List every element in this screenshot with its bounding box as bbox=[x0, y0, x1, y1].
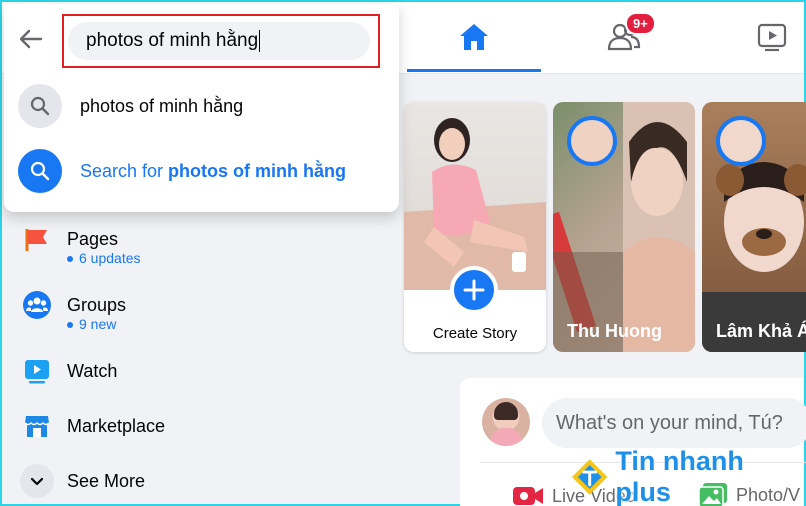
tab-friends[interactable]: 9+ bbox=[557, 2, 691, 72]
story-name: Thu Huong bbox=[567, 321, 662, 341]
avatar bbox=[716, 116, 766, 166]
create-story-label: Create Story bbox=[432, 325, 518, 342]
search-suggestion[interactable]: photos of minh hằng bbox=[18, 80, 388, 132]
groups-icon bbox=[20, 288, 54, 322]
search-for-button[interactable]: Search for photos of minh hằng bbox=[18, 145, 388, 197]
sidebar-item-pages[interactable]: Pages 6 updates bbox=[20, 222, 141, 266]
sidebar-item-label: Watch bbox=[67, 360, 118, 381]
sidebar-item-sub: 6 updates bbox=[79, 250, 141, 266]
story-card[interactable]: Lâm Khả Á bbox=[702, 102, 806, 352]
sidebar-item-label: See More bbox=[67, 470, 146, 491]
sidebar-item-groups[interactable]: Groups 9 new bbox=[20, 288, 126, 332]
story-image bbox=[404, 102, 546, 290]
marketplace-icon bbox=[20, 409, 54, 443]
notification-badge: 9+ bbox=[625, 12, 656, 35]
live-video-icon bbox=[513, 487, 543, 505]
sidebar-item-watch[interactable]: Watch bbox=[20, 354, 117, 388]
suggestion-label: photos of minh hằng bbox=[80, 95, 244, 116]
back-button[interactable] bbox=[16, 24, 46, 54]
person-photo bbox=[404, 118, 546, 290]
create-story-card[interactable]: Create Story bbox=[404, 102, 546, 352]
search-icon bbox=[18, 149, 62, 193]
pages-icon bbox=[20, 222, 54, 256]
sidebar-item-label: Marketplace bbox=[67, 415, 166, 436]
home-icon bbox=[460, 24, 488, 50]
sidebar-item-label: Pages bbox=[67, 228, 119, 249]
sidebar-item-label: Groups bbox=[67, 294, 127, 315]
story-name: Lâm Khả Á bbox=[716, 321, 806, 341]
sidebar-item-sub: 9 new bbox=[79, 316, 117, 332]
watermark-text: Tin nhanh plus bbox=[615, 446, 744, 506]
avatar bbox=[482, 398, 530, 446]
tab-home[interactable] bbox=[407, 2, 541, 72]
sidebar-item-marketplace[interactable]: Marketplace bbox=[20, 409, 165, 443]
chevron-down-icon bbox=[20, 464, 54, 498]
sidebar-item-see-more[interactable]: See More bbox=[20, 464, 145, 498]
text-caret bbox=[259, 29, 261, 52]
search-for-query: photos of minh hằng bbox=[168, 160, 347, 181]
arrow-left-icon bbox=[19, 29, 43, 49]
search-for-label: Search for photos of minh hằng bbox=[80, 161, 346, 182]
add-story-button[interactable] bbox=[450, 266, 498, 314]
search-for-prefix: Search for bbox=[80, 160, 169, 181]
story-card[interactable]: Thu Huong bbox=[553, 102, 695, 352]
plus-icon bbox=[463, 279, 485, 301]
watermark-logo: Tin nhanh plus bbox=[570, 446, 804, 506]
search-input-text: photos of minh hằng bbox=[86, 30, 259, 51]
search-dropdown: photos of minh hằng photos of minh hằng … bbox=[4, 4, 399, 212]
status-input[interactable]: What's on your mind, Tú? bbox=[542, 398, 806, 448]
video-icon bbox=[757, 23, 787, 52]
search-highlight-box: photos of minh hằng bbox=[62, 14, 380, 68]
search-input[interactable]: photos of minh hằng bbox=[68, 22, 370, 60]
logo-icon bbox=[571, 459, 608, 495]
tab-watch[interactable] bbox=[707, 2, 806, 72]
avatar bbox=[567, 116, 617, 166]
watch-icon bbox=[20, 354, 54, 388]
search-icon bbox=[18, 84, 62, 128]
